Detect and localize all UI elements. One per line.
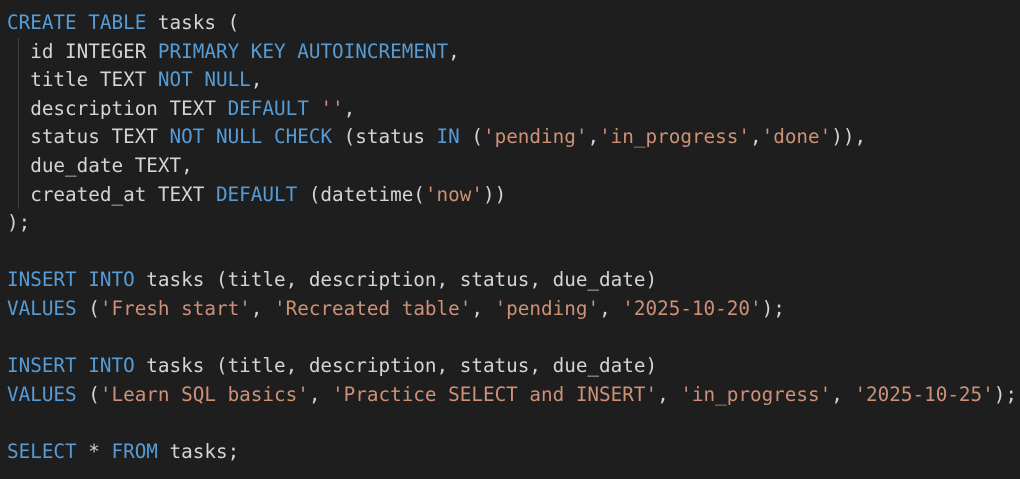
code-text: ( xyxy=(76,296,100,320)
sql-keyword: VALUES xyxy=(7,382,77,406)
code-line[interactable]: VALUES ('Fresh start', 'Recreated table'… xyxy=(7,295,1020,324)
code-line[interactable]: ​ xyxy=(7,409,1020,438)
code-text: description TEXT xyxy=(7,96,228,120)
code-line[interactable]: CREATE TABLE tasks ( xyxy=(7,9,1020,38)
sql-keyword: TABLE xyxy=(88,11,147,34)
string-literal: 'Practice SELECT and INSERT' xyxy=(332,382,658,406)
sql-keyword: INSERT xyxy=(7,354,77,378)
code-text: * xyxy=(76,439,112,463)
code-text: )), xyxy=(831,125,867,149)
code-line[interactable]: id INTEGER PRIMARY KEY AUTOINCREMENT, xyxy=(7,37,1020,67)
sql-keyword: CREATE xyxy=(7,11,77,34)
code-line[interactable]: ); xyxy=(7,209,1020,238)
code-text: title TEXT xyxy=(7,68,158,92)
code-text: , xyxy=(599,296,623,320)
code-text: ); xyxy=(993,382,1017,406)
code-line[interactable]: ​ xyxy=(7,324,1020,353)
string-literal: '2025-10-20' xyxy=(622,296,762,320)
code-line[interactable]: ​ xyxy=(7,238,1020,267)
code-text: , xyxy=(448,39,460,63)
code-text: id INTEGER xyxy=(7,39,158,63)
sql-keyword: KEY xyxy=(250,39,286,63)
code-line[interactable]: description TEXT DEFAULT '', xyxy=(7,94,1020,124)
string-literal: '' xyxy=(320,96,344,120)
code-line[interactable]: INSERT INTO tasks (title, description, s… xyxy=(7,266,1020,295)
string-literal: 'done' xyxy=(761,125,832,149)
string-literal: '2025-10-25' xyxy=(854,382,994,406)
string-literal: 'now' xyxy=(424,182,483,206)
sql-keyword: INSERT xyxy=(7,268,77,292)
sql-keyword: DEFAULT xyxy=(215,182,298,206)
code-text: tasks ( xyxy=(146,11,240,34)
sql-keyword: CHECK xyxy=(274,125,333,149)
code-text: due_date TEXT, xyxy=(7,153,193,177)
string-literal: 'in_progress' xyxy=(680,382,832,406)
string-literal: 'Recreated table' xyxy=(274,296,472,320)
code-text: created_at TEXT xyxy=(7,182,216,206)
sql-keyword: PRIMARY xyxy=(157,39,240,63)
indent-guide xyxy=(18,123,19,152)
code-line[interactable]: title TEXT NOT NULL, xyxy=(7,66,1020,95)
string-literal: 'Learn SQL basics' xyxy=(99,382,309,406)
indent-guide xyxy=(18,151,19,181)
code-text: , xyxy=(250,68,263,92)
code-text: ); xyxy=(7,211,31,235)
code-line[interactable]: created_at TEXT DEFAULT (datetime('now')… xyxy=(7,180,1020,210)
sql-keyword: AUTOINCREMENT xyxy=(297,39,449,63)
code-text: , xyxy=(657,382,681,406)
code-text: ( xyxy=(459,125,483,149)
code-text: tasks (title, description, status, due_d… xyxy=(134,354,658,378)
code-line[interactable]: VALUES ('Learn SQL basics', 'Practice SE… xyxy=(7,381,1020,410)
code-text: , xyxy=(343,96,356,120)
sql-keyword: DEFAULT xyxy=(227,96,309,120)
code-text: ( xyxy=(76,382,100,406)
sql-keyword: NOT xyxy=(157,68,193,92)
sql-keyword: IN xyxy=(436,125,460,149)
code-text: , xyxy=(750,125,762,149)
sql-keyword: NULL xyxy=(204,68,251,92)
sql-keyword: INTO xyxy=(88,354,135,378)
sql-keyword: VALUES xyxy=(7,296,77,320)
code-line[interactable]: status TEXT NOT NULL CHECK (status IN ('… xyxy=(7,123,1020,152)
code-text: , xyxy=(308,382,333,406)
code-line[interactable]: SELECT * FROM tasks; xyxy=(7,438,1020,467)
code-line[interactable]: INSERT INTO tasks (title, description, s… xyxy=(7,352,1020,381)
indent-guide xyxy=(18,180,19,210)
sql-keyword: FROM xyxy=(111,439,158,463)
code-text: (datetime( xyxy=(297,182,425,206)
sql-keyword: NULL xyxy=(215,125,263,149)
string-literal: 'pending' xyxy=(482,125,588,149)
code-text: , xyxy=(250,296,275,320)
indent-guide xyxy=(18,94,19,124)
code-line[interactable]: due_date TEXT, xyxy=(7,151,1020,181)
code-editor[interactable]: CREATE TABLE tasks ( id INTEGER PRIMARY … xyxy=(0,0,1020,479)
sql-keyword: INTO xyxy=(88,268,135,292)
string-literal: 'pending' xyxy=(494,296,600,320)
indent-guide xyxy=(18,37,19,67)
code-text: , xyxy=(831,382,855,406)
sql-keyword: NOT xyxy=(169,125,205,149)
string-literal: 'in_progress' xyxy=(599,125,750,149)
indent-guide xyxy=(18,66,19,95)
code-text: ); xyxy=(761,296,785,320)
string-literal: 'Fresh start' xyxy=(99,296,251,320)
code-text: status TEXT xyxy=(7,125,170,149)
code-text: , xyxy=(471,296,495,320)
code-text: tasks (title, description, status, due_d… xyxy=(134,268,658,292)
sql-keyword: SELECT xyxy=(7,439,77,463)
code-text: (status xyxy=(332,125,437,149)
code-text: )) xyxy=(482,182,507,206)
code-text: tasks; xyxy=(157,439,240,463)
code-text: , xyxy=(587,125,600,149)
